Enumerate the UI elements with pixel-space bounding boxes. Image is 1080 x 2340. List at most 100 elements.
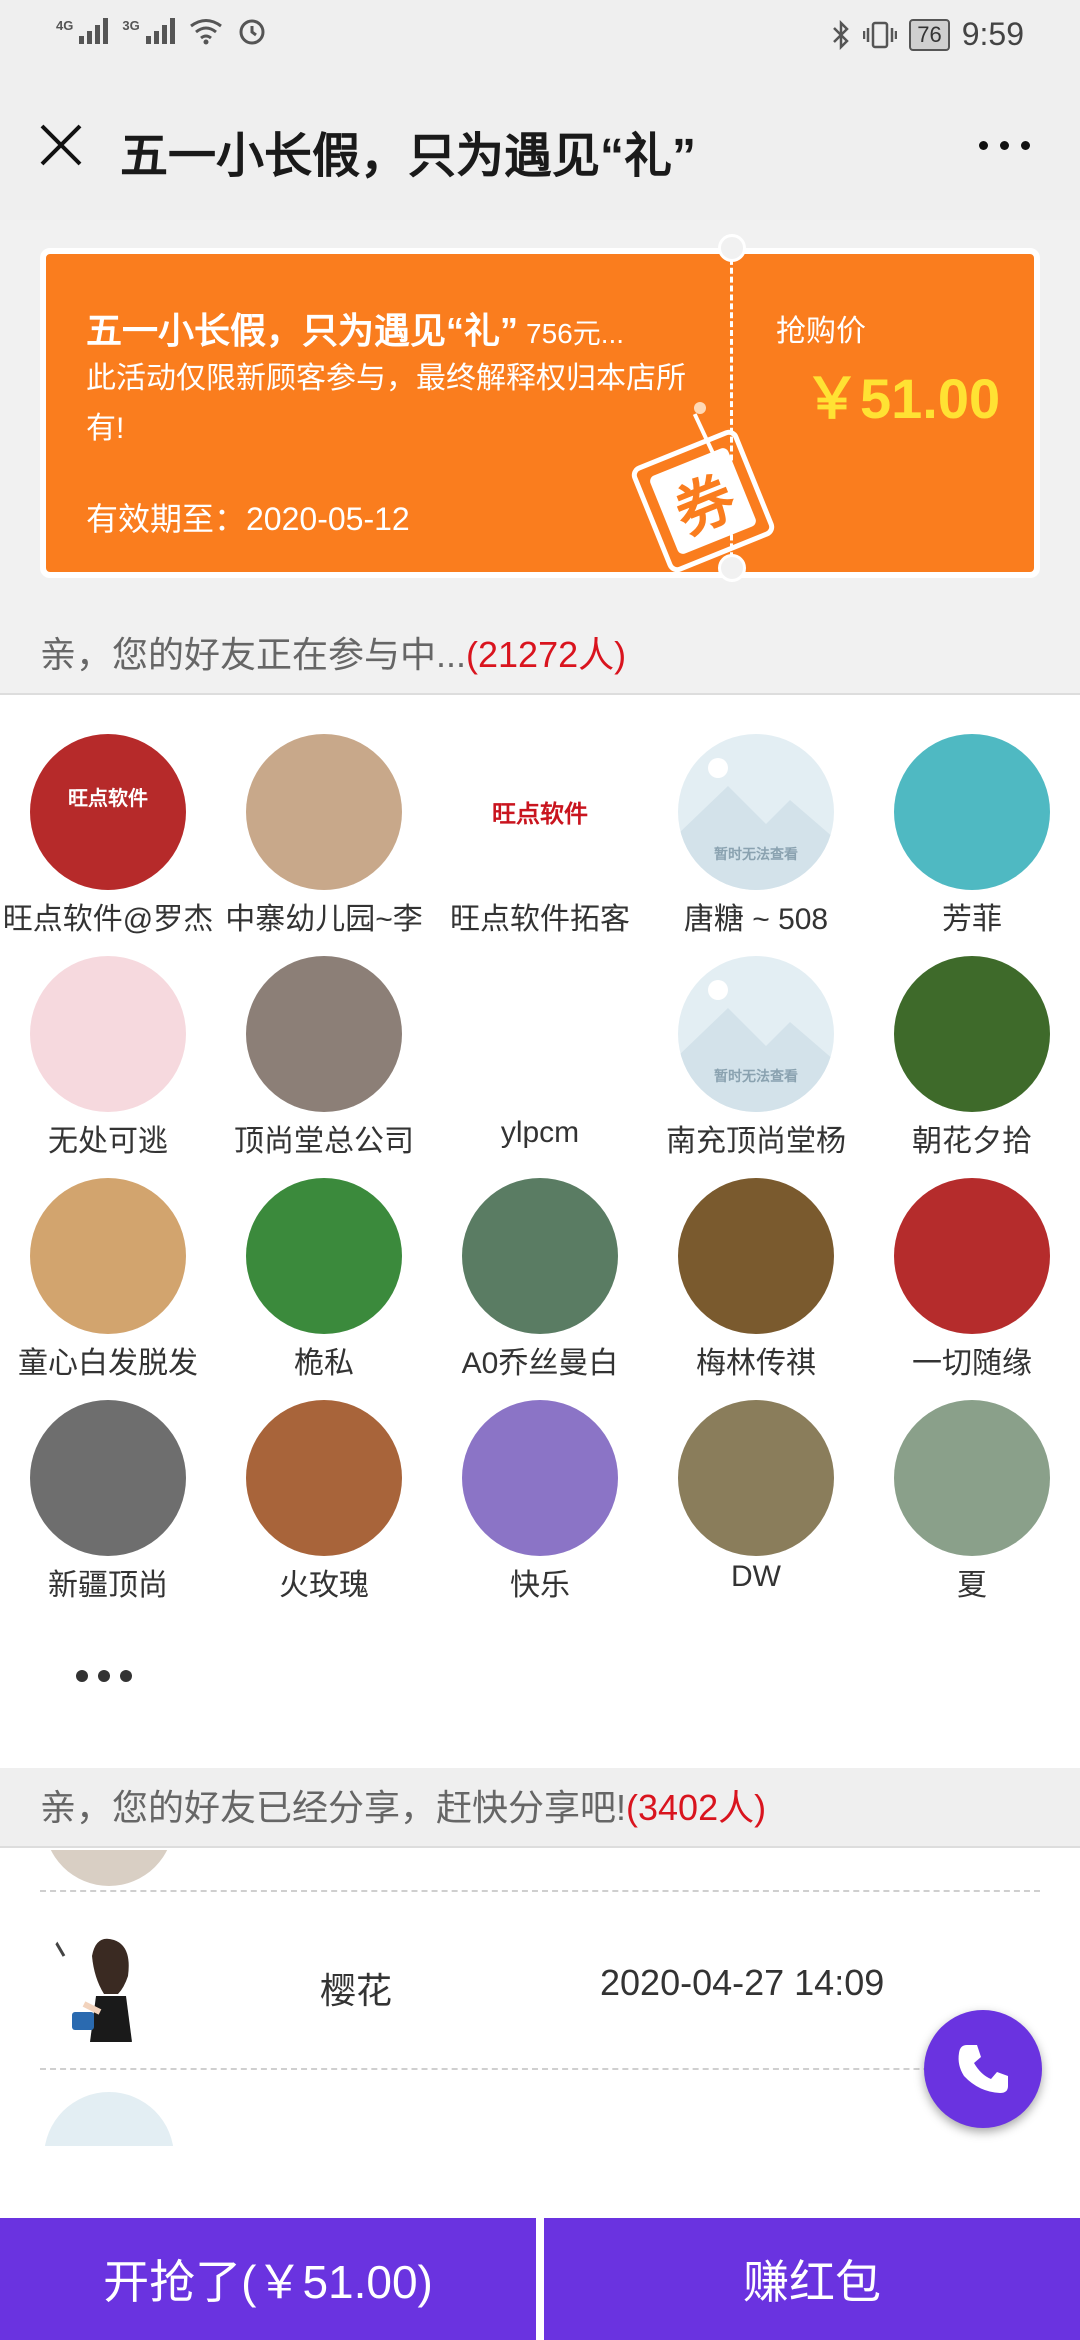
friend-item[interactable]: 暂时无法查看 南充顶尚堂杨 <box>648 918 864 1158</box>
avatar-image-text: 旺点软件 <box>492 801 588 828</box>
dot-icon <box>999 140 1009 150</box>
more-friends-button[interactable] <box>76 1670 132 1682</box>
avatar <box>44 1850 174 1886</box>
wifi-icon <box>189 19 222 45</box>
coupon-stamp-text: 券 <box>648 446 758 556</box>
avatar <box>30 1400 186 1556</box>
avatar <box>894 956 1050 1112</box>
status-right: 76 9:59 <box>831 16 1024 53</box>
phone-icon <box>958 2045 1008 2093</box>
avatar <box>678 1178 834 1334</box>
avatar: 旺点软件 <box>30 734 186 890</box>
phone-call-button[interactable] <box>924 2010 1042 2128</box>
coupon-title: 五一小长假，只为遇见“礼” 756元... <box>86 302 624 354</box>
participating-header: 亲，您的好友正在参与中...(21272人) <box>0 615 1080 695</box>
avatar <box>44 2092 174 2146</box>
friend-item[interactable]: 童心白发脱发 <box>0 1140 216 1380</box>
coupon-title-text: 五一小长假，只为遇见“礼” <box>86 310 519 351</box>
signal-3g-icon: 3G <box>122 18 175 44</box>
avatar <box>246 1400 402 1556</box>
dot-icon <box>98 1670 110 1682</box>
friend-item[interactable]: 新疆顶尚 <box>0 1362 216 1602</box>
avatar <box>462 956 618 1112</box>
avatar-image-text: 暂时无法查看 <box>714 1068 798 1084</box>
share-time: 2020-04-27 14:09 <box>600 1962 885 2003</box>
clock: 9:59 <box>961 16 1024 52</box>
friend-item[interactable]: 芳菲 <box>864 696 1080 936</box>
shared-list[interactable]: 樱花 2020-04-27 14:09 <box>0 1850 1080 2146</box>
bottom-bar: 开抢了(￥51.00) 赚红包 <box>0 2218 1080 2340</box>
avatar-image-text: 旺点软件 <box>68 788 148 810</box>
page-title: 五一小长假，只为遇见“礼” <box>120 130 697 183</box>
dot-icon <box>1020 140 1030 150</box>
friend-name: 快乐 <box>510 1569 570 1602</box>
bluetooth-icon <box>833 19 850 50</box>
friend-item[interactable]: 火玫瑰 <box>216 1362 432 1602</box>
avatar-image <box>44 1916 174 2046</box>
friend-item[interactable]: 旺点软件 旺点软件@罗杰 <box>0 696 216 936</box>
friend-item[interactable]: 一切随缘 <box>864 1140 1080 1380</box>
friend-name: 火玫瑰 <box>279 1569 369 1602</box>
avatar <box>30 956 186 1112</box>
dot-icon <box>120 1670 132 1682</box>
avatar: 暂时无法查看 <box>678 734 834 890</box>
close-icon <box>40 124 82 166</box>
more-options-button[interactable] <box>964 122 1044 168</box>
friend-item[interactable]: 梅林传祺 <box>648 1140 864 1380</box>
coupon-notch-bottom <box>718 554 746 582</box>
avatar <box>246 956 402 1112</box>
friend-item[interactable]: 旺点软件 旺点软件拓客 <box>432 696 648 936</box>
avatar: 暂时无法查看 <box>678 956 834 1112</box>
shared-count: (3402人) <box>626 1787 767 1828</box>
status-bar: 4G 3G 76 9:59 <box>0 0 1080 70</box>
coupon-validity: 有效期至：2020-05-12 <box>86 501 410 537</box>
title-bar: 五一小长假，只为遇见“礼” <box>0 70 1080 220</box>
dot-icon <box>76 1670 88 1682</box>
coupon-card[interactable]: 五一小长假，只为遇见“礼” 756元... 此活动仅限新顾客参与，最终解释权归本店… <box>40 234 1040 582</box>
coupon-subtitle: 756元... <box>526 318 625 349</box>
friend-item[interactable]: 暂时无法查看 唐糖 ~ 508 <box>648 696 864 936</box>
participating-count: (21272人) <box>466 634 627 675</box>
avatar <box>246 734 402 890</box>
price-value: ￥51.00 <box>804 367 1001 430</box>
alarm-icon <box>239 19 265 45</box>
price-label: 抢购价 <box>776 315 866 348</box>
friend-item[interactable]: 快乐 <box>432 1362 648 1602</box>
friend-item[interactable]: 朝花夕拾 <box>864 918 1080 1158</box>
avatar <box>44 1916 174 2046</box>
avatar <box>894 1400 1050 1556</box>
avatar <box>678 1400 834 1556</box>
friend-item[interactable]: DW <box>648 1362 864 1593</box>
signal-4g-icon: 4G <box>56 18 109 44</box>
friend-name: 新疆顶尚 <box>48 1569 168 1602</box>
avatar <box>462 1400 618 1556</box>
friend-item[interactable]: 无处可逃 <box>0 918 216 1158</box>
friend-item[interactable]: ylpcm <box>432 918 648 1149</box>
placeholder-mountain-icon <box>678 980 834 1112</box>
dot-icon <box>978 140 988 150</box>
coupon-area: 五一小长假，只为遇见“礼” 756元... 此活动仅限新顾客参与，最终解释权归本店… <box>0 220 1080 695</box>
avatar-image-text: 暂时无法查看 <box>714 846 798 862</box>
vibrate-icon <box>863 21 898 48</box>
shared-header: 亲，您的好友已经分享，赶快分享吧!(3402人) <box>0 1768 1080 1848</box>
divider <box>40 1890 1040 1892</box>
close-button[interactable] <box>26 110 96 180</box>
avatar <box>246 1178 402 1334</box>
friend-item[interactable]: 顶尚堂总公司 <box>216 918 432 1158</box>
avatar <box>462 1178 618 1334</box>
placeholder-mountain-icon <box>678 758 834 890</box>
buy-button[interactable]: 开抢了(￥51.00) <box>0 2218 536 2340</box>
friend-name: DW <box>731 1560 781 1593</box>
divider <box>40 2068 1040 2070</box>
shared-label: 亲，您的好友已经分享，赶快分享吧! <box>40 1787 627 1828</box>
avatar <box>894 734 1050 890</box>
friend-item[interactable]: 桅私 <box>216 1140 432 1380</box>
battery-icon: 76 <box>909 18 950 51</box>
friend-name: 夏 <box>957 1569 987 1602</box>
friend-item[interactable]: A0乔丝曼白 <box>432 1140 648 1380</box>
friend-item[interactable]: 中寨幼儿园~李 <box>216 696 432 936</box>
earn-red-packet-button[interactable]: 赚红包 <box>544 2218 1080 2340</box>
status-left: 4G 3G <box>56 16 267 46</box>
friend-item[interactable]: 夏 <box>864 1362 1080 1602</box>
avatar: 旺点软件 <box>462 734 618 890</box>
